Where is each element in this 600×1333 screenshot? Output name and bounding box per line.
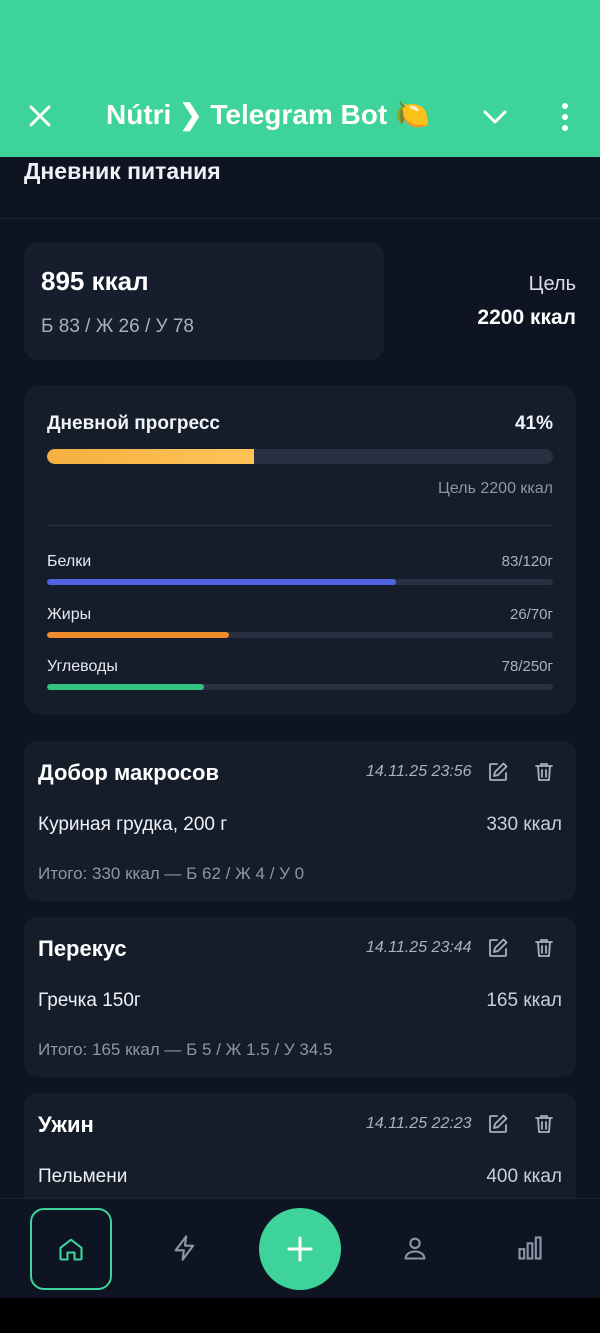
- macro-row-carbs: Углеводы 78/250г: [47, 658, 553, 698]
- divider: [47, 525, 553, 526]
- meal-time: 14.11.25 22:23: [366, 1115, 472, 1132]
- divider: [0, 218, 600, 219]
- telegram-header: Nútri ❯ Telegram Bot 🍋: [0, 0, 600, 157]
- add-meal-button[interactable]: [259, 1208, 341, 1290]
- chart-icon[interactable]: [516, 1234, 544, 1262]
- meal-name: Добор макросов: [38, 760, 219, 785]
- meal-item-kcal: 400 ккал: [486, 1166, 562, 1187]
- user-icon[interactable]: [401, 1234, 429, 1262]
- goal-label: Цель: [528, 273, 576, 295]
- trash-icon[interactable]: [532, 936, 556, 960]
- nav-home-button[interactable]: [30, 1208, 112, 1290]
- chevron-down-icon[interactable]: [480, 102, 510, 132]
- macro-value: 26/70г: [509, 606, 553, 623]
- progress-goal: Цель 2200 ккал: [438, 480, 553, 497]
- meal-item: Куриная грудка, 200 г: [38, 814, 228, 835]
- meal-time: 14.11.25 23:56: [366, 763, 472, 780]
- system-nav-bar: [0, 1298, 600, 1333]
- macro-value: 83/120г: [501, 553, 553, 570]
- edit-icon[interactable]: [486, 936, 510, 960]
- progress-bar: [47, 449, 553, 464]
- meal-time: 14.11.25 23:44: [366, 939, 472, 956]
- macro-bar-fill: [47, 632, 230, 638]
- edit-icon[interactable]: [486, 760, 510, 784]
- bot-title: Nútri ❯ Telegram Bot 🍋: [106, 99, 430, 130]
- close-icon[interactable]: [24, 100, 56, 132]
- trash-icon[interactable]: [532, 1112, 556, 1136]
- macro-bar: [47, 684, 553, 690]
- meal-item-kcal: 330 ккал: [486, 814, 562, 835]
- home-icon: [59, 1238, 83, 1261]
- lightning-icon[interactable]: [171, 1234, 199, 1262]
- meal-item: Гречка 150г: [38, 990, 141, 1011]
- macro-label: Жиры: [47, 606, 92, 623]
- macro-bar: [47, 579, 553, 585]
- macro-value: 78/250г: [501, 658, 553, 675]
- meal-card: Добор макросов 14.11.25 23:56 Куриная гр…: [24, 741, 576, 901]
- calorie-summary-card: 895 ккал Б 83 / Ж 26 / У 78: [24, 242, 384, 360]
- total-kcal: 895 ккал: [41, 266, 149, 296]
- more-vertical-icon[interactable]: [552, 100, 578, 134]
- macros-summary: Б 83 / Ж 26 / У 78: [41, 316, 194, 337]
- page-title: Дневник питания: [24, 158, 221, 184]
- progress-percent: 41%: [514, 413, 553, 434]
- plus-icon: [287, 1236, 313, 1262]
- progress-title: Дневной прогресс: [47, 413, 220, 434]
- daily-progress-card: Дневной прогресс 41% Цель 2200 ккал Белк…: [24, 385, 576, 715]
- macro-row-fat: Жиры 26/70г: [47, 606, 553, 646]
- edit-icon[interactable]: [486, 1112, 510, 1136]
- macro-label: Углеводы: [47, 658, 118, 675]
- meal-total: Итого: 330 ккал — Б 62 / Ж 4 / У 0: [38, 864, 305, 883]
- macro-bar-fill: [47, 579, 397, 585]
- meal-card: Перекус 14.11.25 23:44 Гречка 150г 165 к…: [24, 917, 576, 1077]
- bottom-nav: [0, 1198, 600, 1299]
- meal-item-kcal: 165 ккал: [486, 990, 562, 1011]
- trash-icon[interactable]: [532, 760, 556, 784]
- meal-total: Итого: 165 ккал — Б 5 / Ж 1.5 / У 34.5: [38, 1040, 333, 1059]
- progress-bar-fill: [47, 449, 255, 464]
- meal-name: Ужин: [38, 1112, 94, 1137]
- goal-value: 2200 ккал: [477, 306, 576, 329]
- macro-bar-fill: [47, 684, 204, 690]
- macro-row-protein: Белки 83/120г: [47, 553, 553, 593]
- meal-item: Пельмени: [38, 1166, 128, 1187]
- macro-label: Белки: [47, 553, 92, 570]
- meal-name: Перекус: [38, 936, 127, 961]
- macro-bar: [47, 632, 553, 638]
